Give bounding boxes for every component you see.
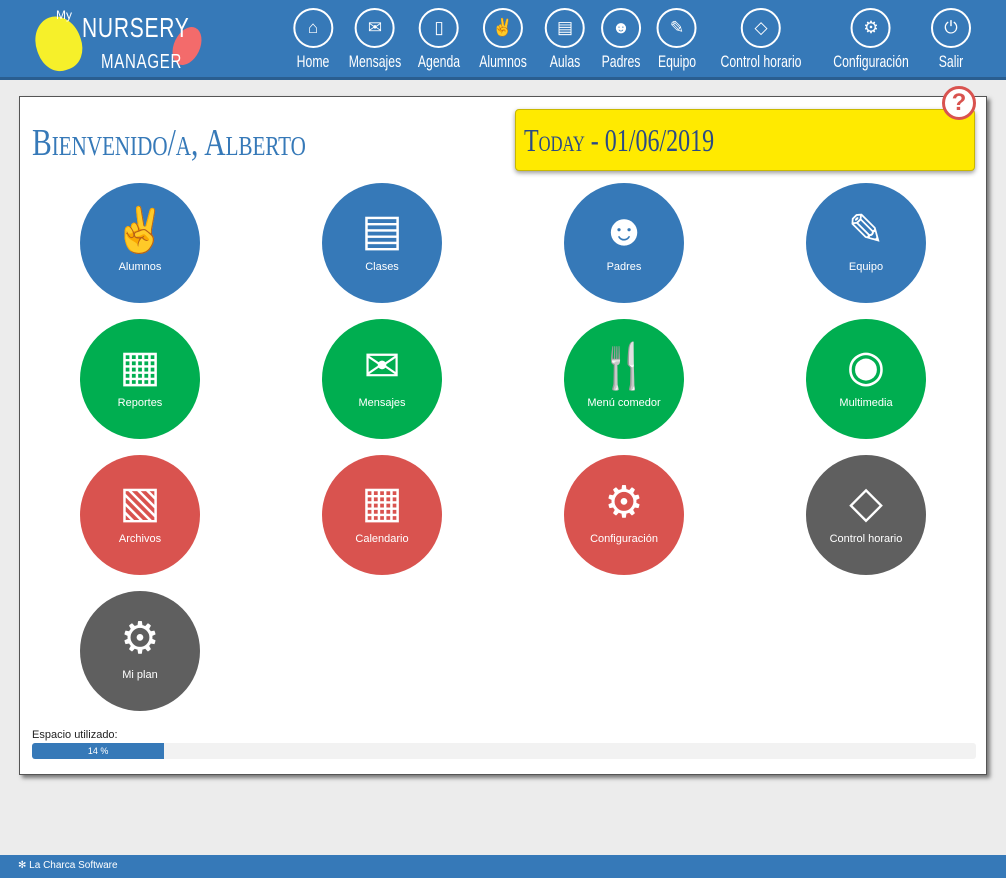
tile-calendario[interactable]: ▦ Calendario [322, 455, 442, 575]
nav-configuración[interactable]: ⚙ Configuración [819, 8, 924, 72]
nav-label: Home [296, 52, 330, 71]
nav-label: Padres [601, 52, 641, 71]
envelope-icon: ✉ [363, 342, 401, 391]
nav-label: Configuración [833, 52, 909, 71]
power-icon: ⏻ [931, 8, 971, 48]
utensils-icon: 🍴 [596, 342, 652, 391]
tile-label: Clases [365, 261, 399, 273]
tile-label: Alumnos [118, 261, 162, 273]
storage-usage-label: Espacio utilizado: [32, 729, 118, 741]
nav-home[interactable]: ⌂ Home [290, 8, 335, 72]
nav-salir[interactable]: ⏻ Salir [931, 8, 971, 72]
logo-text: My [56, 8, 72, 22]
cogs-icon: ⚙ [851, 8, 891, 48]
pdf-file-icon: ▧ [119, 478, 161, 527]
tile-mensajes[interactable]: ✉ Mensajes [322, 319, 442, 439]
tile-clases[interactable]: ▤ Clases [322, 183, 442, 303]
footer: ✻ La Charca Software [0, 855, 1006, 878]
tile-label: Calendario [355, 533, 409, 545]
tile-label: Control horario [829, 533, 903, 545]
ticket-icon: ◇ [740, 8, 781, 48]
tile-label: Equipo [848, 261, 884, 273]
help-icon[interactable]: ? [942, 86, 976, 120]
nav-label: Control horario [720, 52, 802, 71]
tile-label: Menú comedor [587, 397, 661, 409]
logo-text: NURSERY [82, 12, 190, 43]
today-banner: Today - 01/06/2019 [515, 109, 975, 171]
users-icon: ☻ [600, 206, 648, 255]
nav-label: Aulas [549, 52, 581, 71]
tile-label: Configuración [590, 533, 658, 545]
nav-mensajes[interactable]: ✉ Mensajes [339, 8, 412, 72]
nav-agenda[interactable]: ▯ Agenda [410, 8, 469, 72]
nav-padres[interactable]: ☻ Padres [594, 8, 648, 72]
camera-icon: ◉ [846, 342, 886, 391]
envelope-icon: ✉ [354, 8, 395, 48]
cogs-icon: ⚙ [604, 478, 644, 527]
today-date: Today - 01/06/2019 [524, 122, 715, 158]
users-icon: ☻ [601, 8, 641, 48]
tile-control-horario[interactable]: ◇ Control horario [806, 455, 926, 575]
tile-label: Archivos [118, 533, 162, 545]
tile-mi-plan[interactable]: ⚙ Mi plan [80, 591, 200, 711]
tile-menú-comedor[interactable]: 🍴 Menú comedor [564, 319, 684, 439]
tile-reportes[interactable]: ▦ Reportes [80, 319, 200, 439]
nav-label: Alumnos [479, 52, 527, 71]
brush-icon: ✎ [847, 206, 885, 255]
tile-label: Mensajes [358, 397, 406, 409]
book-icon: ▤ [361, 206, 403, 255]
storage-progress-fill: 14 % [32, 743, 165, 759]
storage-progress-bar: 14 % [32, 743, 976, 759]
nav-control-horario[interactable]: ◇ Control horario [705, 8, 817, 72]
tile-multimedia[interactable]: ◉ Multimedia [806, 319, 926, 439]
ticket-icon: ◇ [849, 478, 883, 527]
nav-alumnos[interactable]: ✌ Alumnos [470, 8, 536, 72]
tile-label: Padres [606, 261, 642, 273]
child-icon: ✌ [112, 206, 168, 255]
app-logo[interactable]: My NURSERY MANAGER [24, 6, 214, 78]
tile-label: Reportes [117, 397, 163, 409]
home-icon: ⌂ [292, 8, 333, 48]
welcome-title: Bienvenido/a, Alberto [32, 122, 306, 164]
frog-logo-icon: ✻ [18, 860, 30, 871]
dashboard-panel: Bienvenido/a, Alberto Today - 01/06/2019… [19, 86, 987, 775]
footer-text[interactable]: La Charca Software [29, 860, 117, 871]
top-navbar: My NURSERY MANAGER ⌂ Home ✉ Mensajes ▯ Agenda… [0, 0, 1006, 80]
brush-icon: ✎ [657, 8, 697, 48]
nav-aulas[interactable]: ▤ Aulas [544, 8, 587, 72]
calendar-icon: ▦ [361, 478, 403, 527]
tile-padres[interactable]: ☻ Padres [564, 183, 684, 303]
nav-label: Agenda [417, 52, 461, 71]
tile-label: Mi plan [122, 669, 158, 681]
tile-equipo[interactable]: ✎ Equipo [806, 183, 926, 303]
tile-alumnos[interactable]: ✌ Alumnos [80, 183, 200, 303]
nav-label: Salir [938, 52, 964, 71]
document-icon: ▦ [119, 342, 161, 391]
tile-archivos[interactable]: ▧ Archivos [80, 455, 200, 575]
logo-text: MANAGER [101, 51, 183, 73]
nav-label: Mensajes [348, 52, 402, 71]
tile-label: Multimedia [839, 397, 893, 409]
nav-label: Equipo [657, 52, 697, 71]
tile-configuración[interactable]: ⚙ Configuración [564, 455, 684, 575]
cogs-icon: ⚙ [120, 614, 160, 663]
nav-equipo[interactable]: ✎ Equipo [651, 8, 704, 72]
book-icon: ▤ [545, 8, 585, 48]
child-icon: ✌ [482, 8, 523, 48]
mobile-icon: ▯ [419, 8, 459, 48]
